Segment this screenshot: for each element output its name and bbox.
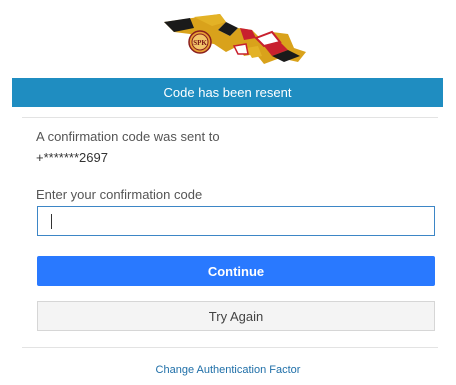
confirmation-sent-text: A confirmation code was sent to — [36, 129, 220, 144]
text-cursor — [51, 214, 52, 229]
try-again-button-label: Try Again — [208, 308, 264, 324]
top-divider — [22, 117, 438, 118]
bottom-divider — [22, 347, 438, 348]
masked-phone-number: +*******2697 — [36, 150, 108, 165]
code-field-label: Enter your confirmation code — [36, 187, 203, 202]
continue-button[interactable]: Continue — [37, 256, 435, 286]
try-again-button[interactable]: Try Again — [37, 301, 435, 331]
logo-seal-text: SPK — [193, 39, 207, 47]
status-banner: Code has been resent — [12, 78, 443, 107]
continue-button-label: Continue — [207, 263, 265, 279]
change-authentication-factor-link[interactable]: Change Authentication Factor — [0, 364, 456, 376]
maryland-logo-icon: SPK — [160, 8, 310, 68]
mfa-page: SPK Code has been resent A confirmation … — [0, 0, 456, 385]
status-banner-text: Code has been resent — [163, 85, 292, 100]
confirmation-code-input[interactable] — [37, 206, 435, 236]
